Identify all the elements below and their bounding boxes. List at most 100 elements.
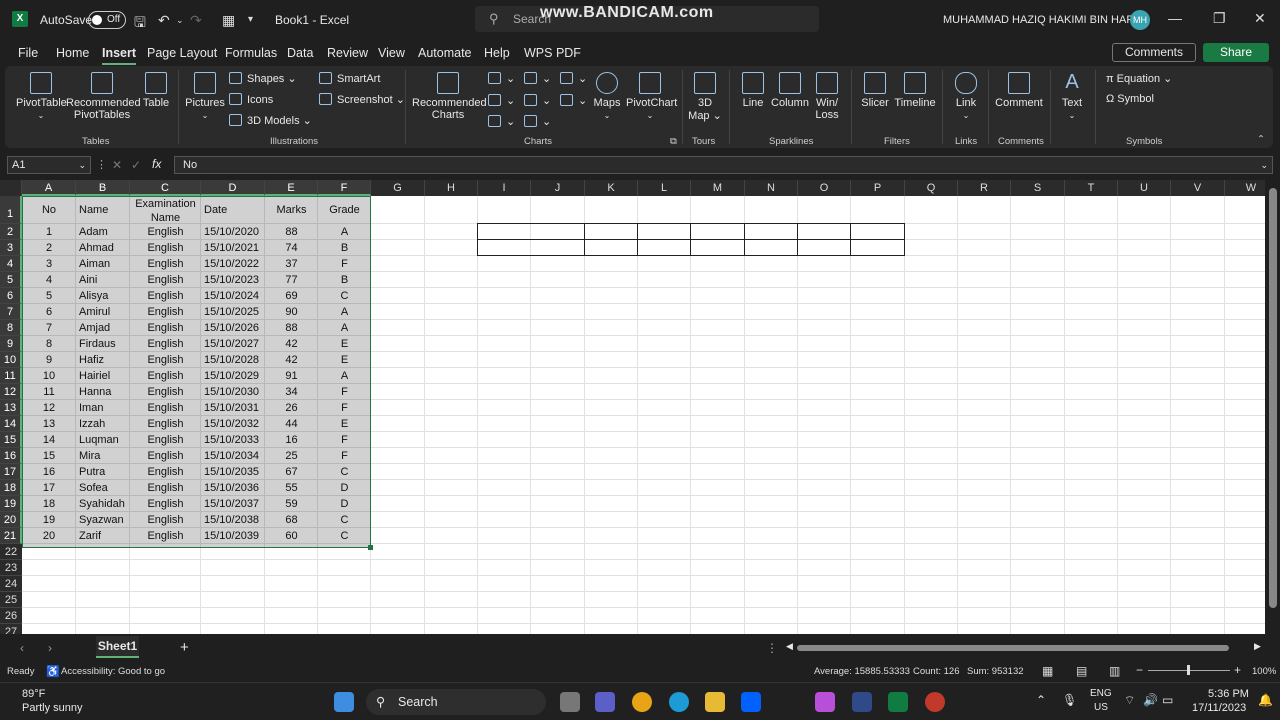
wps-office-icon[interactable] <box>815 692 835 712</box>
bordered-cell[interactable] <box>850 239 905 256</box>
cell-no[interactable]: 15 <box>25 448 73 464</box>
cell-exam[interactable]: English <box>133 400 198 416</box>
tab-automate[interactable]: Automate <box>418 46 472 60</box>
cell-exam[interactable]: English <box>133 288 198 304</box>
cell-no[interactable]: 7 <box>25 320 73 336</box>
sparkline-line-button[interactable]: Line <box>738 72 768 109</box>
cell-marks[interactable]: 69 <box>268 288 315 304</box>
cell-name[interactable]: Ahmad <box>79 240 127 256</box>
cell-name[interactable]: Hanna <box>79 384 127 400</box>
cell-grade[interactable]: B <box>321 240 368 256</box>
row-header-5[interactable]: 5 <box>0 272 22 288</box>
bordered-cell[interactable] <box>797 223 851 240</box>
tab-wps-pdf[interactable]: WPS PDF <box>524 46 581 60</box>
maps-button[interactable]: Maps ⌄ <box>592 72 622 121</box>
row-header-21[interactable]: 21 <box>0 528 22 544</box>
avatar[interactable]: MH <box>1130 10 1150 30</box>
cell-name[interactable]: Firdaus <box>79 336 127 352</box>
cell-name[interactable]: Amjad <box>79 320 127 336</box>
cell-marks[interactable]: 16 <box>268 432 315 448</box>
cell-no[interactable]: 10 <box>25 368 73 384</box>
cell-exam[interactable]: English <box>133 512 198 528</box>
battery-icon[interactable]: ▭ <box>1162 693 1173 707</box>
add-sheet-button[interactable]: + <box>180 639 189 656</box>
cell-no[interactable]: 3 <box>25 256 73 272</box>
language-us[interactable]: US <box>1094 702 1108 713</box>
row-header-20[interactable]: 20 <box>0 512 22 528</box>
close-icon[interactable]: ✕ <box>1254 10 1266 27</box>
cell-grade[interactable]: F <box>321 384 368 400</box>
undo-dropdown-icon[interactable]: ⌄ <box>176 15 184 26</box>
cell-marks[interactable]: 91 <box>268 368 315 384</box>
row-header-19[interactable]: 19 <box>0 496 22 512</box>
cell-exam[interactable]: English <box>133 240 198 256</box>
cell-no[interactable]: 6 <box>25 304 73 320</box>
cell-date[interactable]: 15/10/2025 <box>204 304 262 320</box>
cell-exam[interactable]: English <box>133 464 198 480</box>
bordered-cell[interactable] <box>477 223 585 240</box>
bordered-cell[interactable] <box>584 239 638 256</box>
cell-date[interactable]: 15/10/2022 <box>204 256 262 272</box>
row-header-27[interactable]: 27 <box>0 624 22 634</box>
cell-exam[interactable]: English <box>133 352 198 368</box>
smartart-button[interactable]: SmartArt <box>319 72 380 85</box>
clock-time[interactable]: 5:36 PM <box>1208 688 1249 700</box>
bordered-cell[interactable] <box>744 239 798 256</box>
cell-marks[interactable]: 60 <box>268 528 315 544</box>
sparkline-winloss-button[interactable]: Win/Loss <box>812 72 842 121</box>
row-header-1[interactable]: 1 <box>0 196 22 224</box>
icons-button[interactable]: Icons <box>229 93 273 106</box>
autosave-toggle[interactable]: Off <box>88 11 126 29</box>
bordered-cell[interactable] <box>850 223 905 240</box>
page-break-view-icon[interactable]: ▥ <box>1109 664 1120 678</box>
cell-exam[interactable]: English <box>133 224 198 240</box>
cell-date[interactable]: 15/10/2031 <box>204 400 262 416</box>
vertical-scrollbar[interactable] <box>1266 180 1280 634</box>
row-header-6[interactable]: 6 <box>0 288 22 304</box>
cell-exam[interactable]: English <box>133 448 198 464</box>
hierarchy-chart-icon[interactable]: ⌄ <box>524 72 551 85</box>
task-view-icon[interactable] <box>560 692 580 712</box>
comments-button[interactable]: Comments <box>1112 43 1196 62</box>
customize-toolbar-icon[interactable]: ▾ <box>248 14 253 25</box>
cell-grade[interactable]: F <box>321 400 368 416</box>
header-cell-marks[interactable]: Marks <box>268 196 315 224</box>
cell-date[interactable]: 15/10/2023 <box>204 272 262 288</box>
vertical-scroll-thumb[interactable] <box>1269 188 1277 608</box>
bordered-cell[interactable] <box>690 239 745 256</box>
column-header-r[interactable]: R <box>958 180 1011 196</box>
cell-name[interactable]: Izzah <box>79 416 127 432</box>
cell-date[interactable]: 15/10/2030 <box>204 384 262 400</box>
cell-grade[interactable]: B <box>321 272 368 288</box>
cell-grade[interactable]: A <box>321 304 368 320</box>
column-header-o[interactable]: O <box>798 180 851 196</box>
column-header-c[interactable]: C <box>130 180 201 196</box>
text-button[interactable]: A Text ⌄ <box>1058 72 1086 121</box>
cell-marks[interactable]: 59 <box>268 496 315 512</box>
pivotchart-button[interactable]: PivotChart ⌄ <box>626 72 677 121</box>
cell-name[interactable]: Alisya <box>79 288 127 304</box>
column-header-a[interactable]: A <box>22 180 76 196</box>
accessibility-status[interactable]: Accessibility: Good to go <box>61 666 165 677</box>
file-explorer-icon[interactable] <box>705 692 725 712</box>
bordered-cell[interactable] <box>584 223 638 240</box>
edge-icon[interactable] <box>669 692 689 712</box>
wifi-icon[interactable]: ⌔ <box>1124 693 1135 708</box>
cell-date[interactable]: 15/10/2034 <box>204 448 262 464</box>
cell-marks[interactable]: 42 <box>268 336 315 352</box>
recommended-pivottables-button[interactable]: Recommended PivotTables <box>66 72 141 121</box>
sheet-tab-sheet1[interactable]: Sheet1 <box>96 636 139 658</box>
cell-exam[interactable]: English <box>133 272 198 288</box>
cell-marks[interactable]: 67 <box>268 464 315 480</box>
bordered-cell[interactable] <box>797 239 851 256</box>
cell-exam[interactable]: English <box>133 496 198 512</box>
share-button[interactable]: Share <box>1203 43 1269 62</box>
column-header-t[interactable]: T <box>1065 180 1118 196</box>
cell-marks[interactable]: 34 <box>268 384 315 400</box>
header-cell-examination-name[interactable]: Examination Name <box>132 197 199 225</box>
equation-button[interactable]: π Equation ⌄ <box>1106 72 1172 85</box>
header-cell-grade[interactable]: Grade <box>321 196 368 224</box>
header-cell-date[interactable]: Date <box>204 196 262 224</box>
cell-grade[interactable]: F <box>321 256 368 272</box>
tab-page-layout[interactable]: Page Layout <box>147 46 217 60</box>
